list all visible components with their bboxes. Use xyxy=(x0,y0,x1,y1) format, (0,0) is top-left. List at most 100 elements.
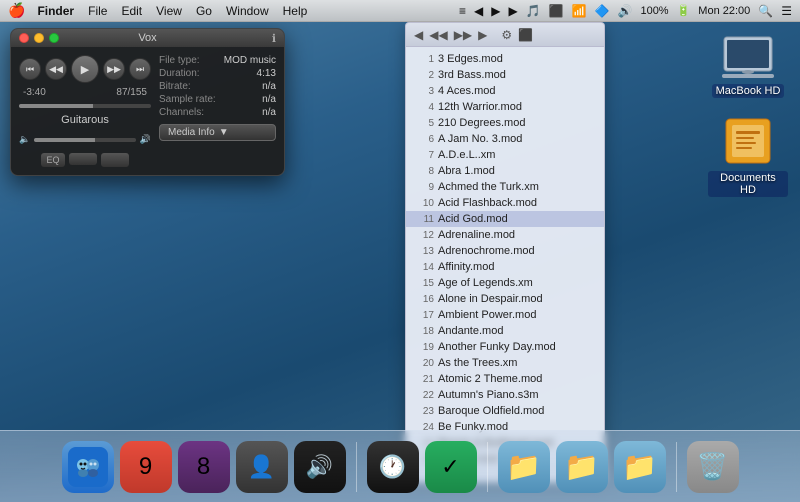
playlist-item[interactable]: 20As the Trees.xm xyxy=(406,355,604,371)
dock-item-folder2[interactable]: 📁 xyxy=(556,441,608,493)
playlist-items: 13 Edges.mod23rd Bass.mod34 Aces.mod412t… xyxy=(406,47,604,467)
playlist-item[interactable]: 17Ambient Power.mod xyxy=(406,307,604,323)
menu-extra-icon[interactable]: ☰ xyxy=(781,4,792,18)
dropdown-arrow-icon: ▼ xyxy=(219,127,229,138)
info-icon[interactable]: ℹ xyxy=(272,32,276,45)
playlist-item-name: Achmed the Turk.xm xyxy=(438,181,596,193)
playlist-item[interactable]: 11Acid God.mod xyxy=(406,211,604,227)
menu-edit[interactable]: Edit xyxy=(121,4,142,18)
macbook-hd-icon[interactable]: MacBook HD xyxy=(708,35,788,98)
playlist-item-num: 21 xyxy=(414,374,434,385)
playlist-item-name: Alone in Despair.mod xyxy=(438,293,596,305)
dock-item-folder1[interactable]: 📁 xyxy=(498,441,550,493)
settings-button[interactable] xyxy=(69,153,97,165)
volume-icon[interactable]: 🔊 xyxy=(618,4,633,18)
file-type-label: File type: xyxy=(159,55,200,66)
playlist-item[interactable]: 14Affinity.mod xyxy=(406,259,604,275)
playlist-item[interactable]: 6A Jam No. 3.mod xyxy=(406,131,604,147)
dock-item-trash[interactable]: 🗑️ xyxy=(687,441,739,493)
playlist-back-icon[interactable]: ◀◀ xyxy=(429,28,447,42)
menu-go[interactable]: Go xyxy=(196,4,212,18)
menu-finder[interactable]: Finder xyxy=(37,4,74,18)
playlist-gear-icon[interactable]: ⚙ xyxy=(501,28,512,42)
clock-icon: 🕐 xyxy=(367,441,419,493)
volume-slider[interactable] xyxy=(34,138,136,142)
playlist-item[interactable]: 9Achmed the Turk.xm xyxy=(406,179,604,195)
playlist-item[interactable]: 7A.D.e.L..xm xyxy=(406,147,604,163)
dock-item-app[interactable]: 8 xyxy=(178,441,230,493)
next-icon[interactable]: ▶ xyxy=(491,4,500,18)
dock-item-omnifocus[interactable]: ✓ xyxy=(425,441,477,493)
playlist-item[interactable]: 18Andante.mod xyxy=(406,323,604,339)
playlist-item[interactable]: 15Age of Legends.xm xyxy=(406,275,604,291)
playlist-controls[interactable]: ◀ ◀◀ ▶▶ ▶ ⚙ ⬛ xyxy=(414,28,533,42)
bitrate-val: n/a xyxy=(262,81,276,92)
playlist-item[interactable]: 412th Warrior.mod xyxy=(406,99,604,115)
playlist-item[interactable]: 23Baroque Oldfield.mod xyxy=(406,403,604,419)
dock-item-reminders[interactable]: 9 xyxy=(120,441,172,493)
documents-hd-icon[interactable]: Documents HD xyxy=(708,115,788,197)
bluetooth-icon[interactable]: 🔷 xyxy=(595,4,610,18)
menu-view[interactable]: View xyxy=(156,4,182,18)
playlist-item[interactable]: 12Adrenaline.mod xyxy=(406,227,604,243)
playlist-item[interactable]: 13Adrenochrome.mod xyxy=(406,243,604,259)
progress-bar[interactable] xyxy=(19,104,151,108)
close-button[interactable] xyxy=(19,33,29,43)
file-type-val: MOD music xyxy=(224,55,276,66)
list-icon[interactable]: ≡ xyxy=(459,4,466,18)
battery-icon: 🔋 xyxy=(677,4,691,17)
playlist-item[interactable]: 19Another Funky Day.mod xyxy=(406,339,604,355)
playlist-item[interactable]: 21Atomic 2 Theme.mod xyxy=(406,371,604,387)
track-name: Guitarous xyxy=(61,114,109,126)
traffic-lights[interactable] xyxy=(19,33,59,43)
playlist-item[interactable]: 16Alone in Despair.mod xyxy=(406,291,604,307)
documents-hd-image xyxy=(722,115,774,167)
playlist-item[interactable]: 22Autumn's Piano.s3m xyxy=(406,387,604,403)
search-icon[interactable]: 🔍 xyxy=(758,4,773,18)
screen-icon[interactable]: ⬛ xyxy=(549,4,564,18)
maximize-button[interactable] xyxy=(49,33,59,43)
dock-item-folder3[interactable]: 📁 xyxy=(614,441,666,493)
prev-track-button[interactable]: ⏮ xyxy=(19,58,41,80)
play-icon[interactable]: ▶ xyxy=(508,4,517,18)
shuffle-button[interactable] xyxy=(101,153,129,167)
playlist-item[interactable]: 23rd Bass.mod xyxy=(406,67,604,83)
media-info-button[interactable]: Media Info ▼ xyxy=(159,124,276,141)
playlist-screen-icon[interactable]: ⬛ xyxy=(518,28,533,42)
app-icon[interactable]: 🎵 xyxy=(526,4,541,18)
playlist-item[interactable]: 34 Aces.mod xyxy=(406,83,604,99)
playlist-fwd-icon[interactable]: ▶▶ xyxy=(454,28,472,42)
dock-item-contacts[interactable]: 👤 xyxy=(236,441,288,493)
playlist-item-num: 3 xyxy=(414,86,434,97)
menu-window[interactable]: Window xyxy=(226,4,269,18)
dock-item-audio[interactable]: 🔊 xyxy=(294,441,346,493)
prev-icon[interactable]: ◀ xyxy=(474,4,483,18)
playlist-item-num: 13 xyxy=(414,246,434,257)
dock-item-finder[interactable] xyxy=(62,441,114,493)
playlist-item[interactable]: 13 Edges.mod xyxy=(406,51,604,67)
player-titlebar: Vox ℹ xyxy=(11,29,284,47)
apple-menu[interactable]: 🍎 xyxy=(8,2,25,19)
menu-help[interactable]: Help xyxy=(283,4,308,18)
playlist-item[interactable]: 8Abra 1.mod xyxy=(406,163,604,179)
next-track-button[interactable]: ⏭ xyxy=(129,58,151,80)
dock-item-clock[interactable]: 🕐 xyxy=(367,441,419,493)
playlist-item-num: 23 xyxy=(414,406,434,417)
rewind-button[interactable]: ◀◀ xyxy=(45,58,67,80)
playlist-item-num: 14 xyxy=(414,262,434,273)
playlist-item[interactable]: 5210 Degrees.mod xyxy=(406,115,604,131)
audio-icon: 🔊 xyxy=(294,441,346,493)
wifi-icon[interactable]: 📶 xyxy=(572,4,587,18)
forward-button[interactable]: ▶▶ xyxy=(103,58,125,80)
playlist-item[interactable]: 10Acid Flashback.mod xyxy=(406,195,604,211)
play-pause-button[interactable]: ▶ xyxy=(71,55,99,83)
duration-label: Duration: xyxy=(159,68,200,79)
time-elapsed: -3:40 xyxy=(23,87,46,98)
equalizer-button[interactable]: EQ xyxy=(41,153,64,167)
minimize-button[interactable] xyxy=(34,33,44,43)
player-controls: ⏮ ◀◀ ▶ ▶▶ ⏭ -3:40 87/155 Guitarous 🔈 🔊 E… xyxy=(19,55,151,167)
omnifocus-icon: ✓ xyxy=(425,441,477,493)
playlist-next-icon[interactable]: ▶ xyxy=(478,28,487,42)
menu-file[interactable]: File xyxy=(88,4,107,18)
playlist-prev-icon[interactable]: ◀ xyxy=(414,28,423,42)
